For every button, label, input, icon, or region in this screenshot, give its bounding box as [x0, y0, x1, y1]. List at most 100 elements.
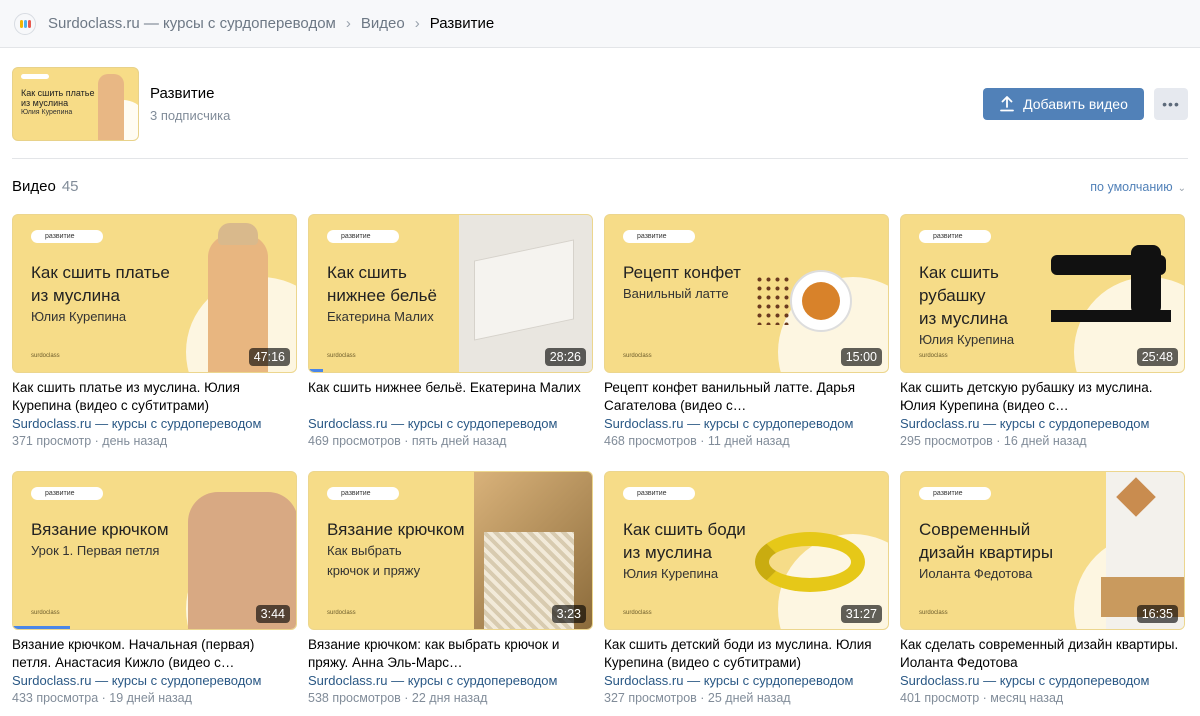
breadcrumb-community[interactable]: Surdoclass.ru — курсы с сурдопереводом [48, 15, 336, 32]
video-title[interactable]: Как сшить платье из муслина. Юлия Курепи… [12, 379, 297, 415]
thumbnail-tag: развитие [327, 487, 399, 500]
thumbnail-tag-text: развитие [637, 490, 667, 497]
divider [12, 158, 1188, 159]
breadcrumb-current: Развитие [429, 15, 495, 32]
watch-progress-bar [13, 626, 70, 629]
more-options-button[interactable]: ••• [1154, 88, 1188, 120]
add-video-button[interactable]: Добавить видео [983, 88, 1144, 120]
video-card-3[interactable]: развитие Рецепт конфет Ванильный латте su… [604, 214, 889, 471]
app-logo-icon[interactable] [14, 12, 36, 35]
video-channel-link[interactable]: Surdoclass.ru — курсы с сурдопереводом [12, 416, 297, 431]
thumbnail-title-text: Рецепт конфет [623, 263, 741, 282]
thumbnail-title-text: Современный дизайн квартиры [919, 520, 1054, 562]
album-info: Развитие 3 подписчика [150, 85, 230, 123]
thumbnail-brand: surdoclass [919, 353, 948, 359]
add-video-label: Добавить видео [1023, 96, 1128, 112]
thumbnail-tag: развитие [31, 487, 103, 500]
thumbnail-tag-text: развитие [341, 490, 371, 497]
thumbnail-tag: развитие [623, 230, 695, 243]
album-header: Как сшить платье из муслина Юлия Курепин… [12, 66, 1188, 142]
video-thumbnail[interactable]: развитие Как сшить нижнее бельё Екатерина… [308, 214, 593, 373]
video-card-4[interactable]: развитие Как сшить рубашку из муслина Юли… [900, 214, 1185, 471]
thumbnail-title-text: Как сшить платье из муслина [31, 263, 170, 305]
video-thumbnail[interactable]: развитие Как сшить платье из муслина Юлия… [12, 214, 297, 373]
thumbnail-tag-text: развитие [933, 490, 963, 497]
video-channel-link[interactable]: Surdoclass.ru — курсы с сурдопереводом [900, 416, 1185, 431]
cover-subtitle: Юлия Курепина [21, 109, 73, 116]
thumbnail-subtitle: Юлия Курепина [31, 309, 127, 324]
video-duration: 25:48 [1136, 348, 1178, 366]
video-card-8[interactable]: развитие Современный дизайн квартиры Иола… [900, 471, 1185, 716]
video-thumbnail[interactable]: развитие Современный дизайн квартиры Иола… [900, 471, 1185, 630]
thumbnail-title: Как сшить боди из муслина Юлия Курепина [623, 518, 746, 584]
album-cover[interactable]: Как сшить платье из муслина Юлия Курепин… [12, 67, 139, 141]
thumbnail-title: Современный дизайн квартиры Иоланта Федот… [919, 518, 1053, 584]
video-title[interactable]: Как сшить нижнее бельё. Екатерина Малих [308, 379, 593, 415]
sort-label: по умолчанию [1090, 180, 1173, 194]
upload-icon [1000, 96, 1015, 112]
breadcrumb-video[interactable]: Видео [361, 15, 405, 32]
album-title: Развитие [150, 85, 215, 102]
video-channel-link[interactable]: Surdoclass.ru — курсы с сурдопереводом [604, 416, 889, 431]
thumbnail-tag-text: развитие [45, 233, 75, 240]
video-title[interactable]: Как сшить детский боди из муслина. Юлия … [604, 636, 889, 672]
thumbnail-title: Как сшить нижнее бельё Екатерина Малих [327, 261, 437, 327]
video-channel-link[interactable]: Surdoclass.ru — курсы с сурдопереводом [308, 673, 593, 688]
thumbnail-art-shape [755, 532, 865, 592]
thumbnail-tag: развитие [919, 230, 991, 243]
cover-figure [98, 74, 124, 140]
videos-count: 45 [61, 178, 79, 195]
video-meta: 538 просмотров · 22 дня назад [308, 691, 488, 705]
thumbnail-subtitle: Урок 1. Первая петля [31, 543, 160, 558]
video-thumbnail[interactable]: развитие Вязание крючком Как выбрать крюч… [308, 471, 593, 630]
thumbnail-brand: surdoclass [919, 610, 948, 616]
thumbnail-tag: развитие [327, 230, 399, 243]
video-card-5[interactable]: развитие Вязание крючком Урок 1. Первая п… [12, 471, 297, 716]
thumbnail-title: Вязание крючком Как выбрать крючок и пряж… [327, 518, 465, 581]
video-duration: 3:44 [255, 605, 290, 623]
video-title[interactable]: Вязание крючком. Начальная (первая) петл… [12, 636, 297, 672]
video-grid: развитие Как сшить платье из муслина Юлия… [12, 214, 1188, 716]
video-channel-link[interactable]: Surdoclass.ru — курсы с сурдопереводом [900, 673, 1185, 688]
video-channel-link[interactable]: Surdoclass.ru — курсы с сурдопереводом [308, 416, 593, 431]
video-title[interactable]: Как сшить детскую рубашку из муслина. Юл… [900, 379, 1185, 415]
video-title[interactable]: Как сделать современный дизайн квартиры.… [900, 636, 1185, 672]
top-bar: Surdoclass.ru — курсы с сурдопереводом ›… [0, 0, 1200, 48]
thumbnail-brand: surdoclass [327, 610, 356, 616]
video-card-7[interactable]: развитие Как сшить боди из муслина Юлия К… [604, 471, 889, 716]
video-meta: 468 просмотров · 11 дней назад [604, 434, 790, 448]
chevron-right-icon: › [414, 15, 420, 32]
thumbnail-art-shape [1131, 245, 1161, 315]
video-thumbnail[interactable]: развитие Как сшить рубашку из муслина Юли… [900, 214, 1185, 373]
album-subscribers[interactable]: 3 подписчика [150, 108, 230, 123]
thumbnail-brand: surdoclass [31, 610, 60, 616]
thumbnail-tag: развитие [623, 487, 695, 500]
thumbnail-subtitle: Иоланта Федотова [919, 566, 1033, 581]
thumbnail-tag-text: развитие [933, 233, 963, 240]
thumbnail-title-text: Вязание крючком [31, 520, 169, 539]
thumbnail-title: Рецепт конфет Ванильный латте [623, 261, 741, 304]
thumbnail-art-shape [1051, 310, 1171, 322]
sort-dropdown[interactable]: по умолчанию ⌄ [1090, 180, 1186, 194]
video-duration: 16:35 [1136, 605, 1178, 623]
video-card-2[interactable]: развитие Как сшить нижнее бельё Екатерина… [308, 214, 593, 471]
video-thumbnail[interactable]: развитие Как сшить боди из муслина Юлия К… [604, 471, 889, 630]
thumbnail-brand: surdoclass [31, 353, 60, 359]
video-thumbnail[interactable]: развитие Вязание крючком Урок 1. Первая п… [12, 471, 297, 630]
video-duration: 31:27 [840, 605, 882, 623]
video-title[interactable]: Рецепт конфет ванильный латте. Дарья Саг… [604, 379, 889, 415]
video-card-1[interactable]: развитие Как сшить платье из муслина Юлия… [12, 214, 297, 471]
video-card-6[interactable]: развитие Вязание крючком Как выбрать крюч… [308, 471, 593, 716]
thumbnail-subtitle: Ванильный латте [623, 286, 729, 301]
thumbnail-title: Как сшить платье из муслина Юлия Курепина [31, 261, 170, 327]
video-thumbnail[interactable]: развитие Рецепт конфет Ванильный латте su… [604, 214, 889, 373]
thumbnail-tag-text: развитие [637, 233, 667, 240]
video-title[interactable]: Вязание крючком: как выбрать крючок и пр… [308, 636, 593, 672]
thumbnail-title-text: Как сшить боди из муслина [623, 520, 746, 562]
video-channel-link[interactable]: Surdoclass.ru — курсы с сурдопереводом [12, 673, 297, 688]
video-meta: 433 просмотра · 19 дней назад [12, 691, 192, 705]
video-channel-link[interactable]: Surdoclass.ru — курсы с сурдопереводом [604, 673, 889, 688]
thumbnail-art-shape [218, 223, 258, 245]
thumbnail-brand: surdoclass [623, 353, 652, 359]
thumbnail-art-shape [802, 282, 840, 320]
